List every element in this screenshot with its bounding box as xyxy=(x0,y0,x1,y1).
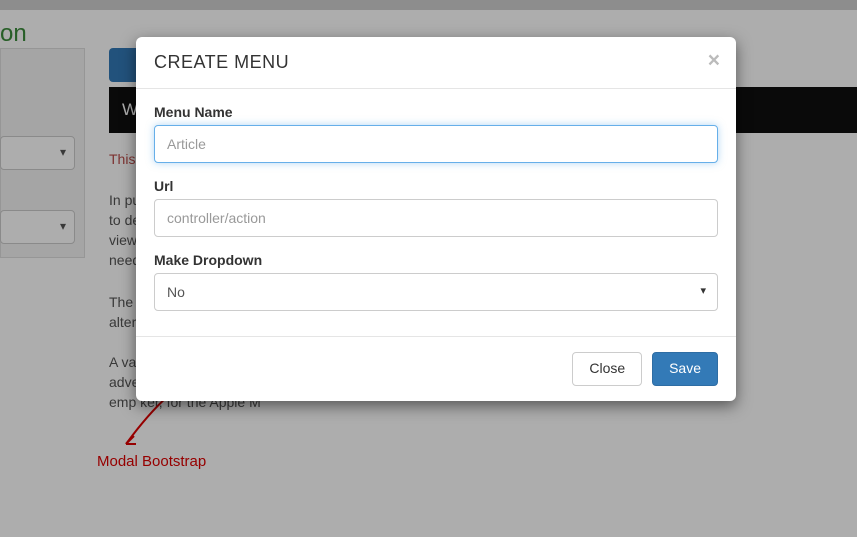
url-input[interactable] xyxy=(154,199,718,237)
menu-name-group: Menu Name xyxy=(154,104,718,163)
make-dropdown-group: Make Dropdown No xyxy=(154,252,718,311)
make-dropdown-label: Make Dropdown xyxy=(154,252,718,268)
modal-body: Menu Name Url Make Dropdown No xyxy=(136,89,736,336)
url-label: Url xyxy=(154,178,718,194)
modal-footer: Close Save xyxy=(136,336,736,401)
modal-title: CREATE MENU xyxy=(154,52,718,73)
make-dropdown-select[interactable]: No xyxy=(154,273,718,311)
url-group: Url xyxy=(154,178,718,237)
save-button[interactable]: Save xyxy=(652,352,718,386)
modal-header: CREATE MENU × xyxy=(136,37,736,89)
create-menu-modal: CREATE MENU × Menu Name Url Make Dropdow… xyxy=(136,37,736,401)
menu-name-input[interactable] xyxy=(154,125,718,163)
make-dropdown-wrap: No xyxy=(154,273,718,311)
menu-name-label: Menu Name xyxy=(154,104,718,120)
close-button[interactable]: Close xyxy=(572,352,642,386)
close-icon[interactable]: × xyxy=(708,50,720,71)
